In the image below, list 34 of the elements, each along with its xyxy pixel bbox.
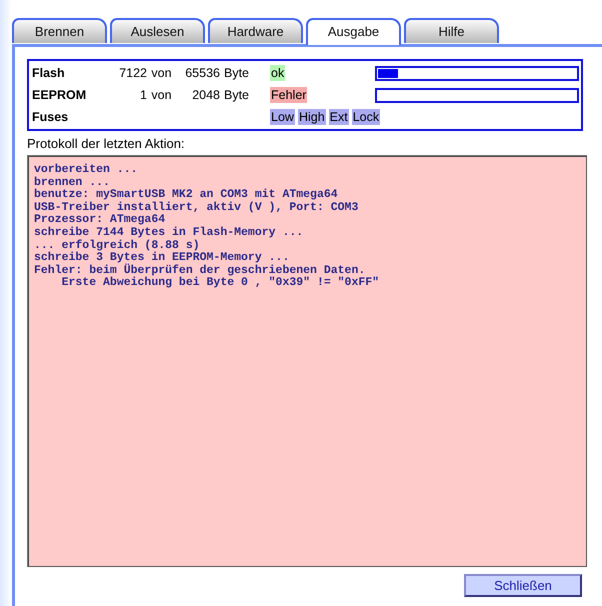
- unit-label: Byte: [223, 88, 250, 102]
- fuse-tag: Ext: [328, 109, 349, 125]
- used-bytes: 1: [139, 88, 147, 102]
- of-label: von: [150, 88, 173, 102]
- memory-label: EEPROM: [31, 88, 88, 102]
- fuse-tag: Low: [270, 109, 295, 125]
- tab[interactable]: Brennen: [12, 18, 107, 43]
- log-line: Prozessor: ATmega64: [34, 214, 166, 226]
- memory-label: Flash: [31, 66, 66, 80]
- close-button[interactable]: Schließen: [464, 574, 582, 597]
- log-line: Erste Abweichung bei Byte 0 , "0x39" != "0xFF": [60, 277, 380, 290]
- log-title: Protokoll der letzten Aktion:: [27, 136, 186, 151]
- tab[interactable]: Hilfe: [404, 18, 499, 43]
- fuse-tag: High: [298, 109, 326, 125]
- log-line: vorbereiten ...: [34, 164, 139, 176]
- log-line: USB-Treiber installiert, aktiv (V ), Port: COM3: [34, 202, 360, 214]
- memory-size: 65536: [184, 66, 220, 80]
- of-label: von: [150, 66, 173, 80]
- tab[interactable]: Auslesen: [110, 18, 205, 43]
- status-label: ok: [270, 65, 286, 81]
- memory-size: 2048: [191, 88, 220, 102]
- log-line: brennen ...: [34, 176, 111, 189]
- log-line: schreibe 7144 Bytes in Flash-Memory ...: [34, 226, 304, 240]
- fuse-tag: Lock: [352, 109, 380, 125]
- log-line: Fehler: beim Überprüfen der geschriebenen Daten.: [34, 264, 366, 277]
- tab[interactable]: Ausgabe: [306, 18, 401, 45]
- log-line: ... erfolgreich (8.88 s): [34, 240, 201, 252]
- unit-label: Byte: [223, 66, 250, 80]
- status-label: Fehler: [270, 87, 308, 103]
- used-bytes: 7122: [118, 66, 147, 80]
- fuses-label: Fuses: [31, 110, 70, 124]
- tab[interactable]: Hardware: [208, 18, 303, 43]
- log-line: schreibe 3 Bytes in EEPROM-Memory ...: [34, 252, 290, 264]
- log-line: benutze: mySmartUSB MK2 an COM3 mit ATmega64: [34, 189, 339, 202]
